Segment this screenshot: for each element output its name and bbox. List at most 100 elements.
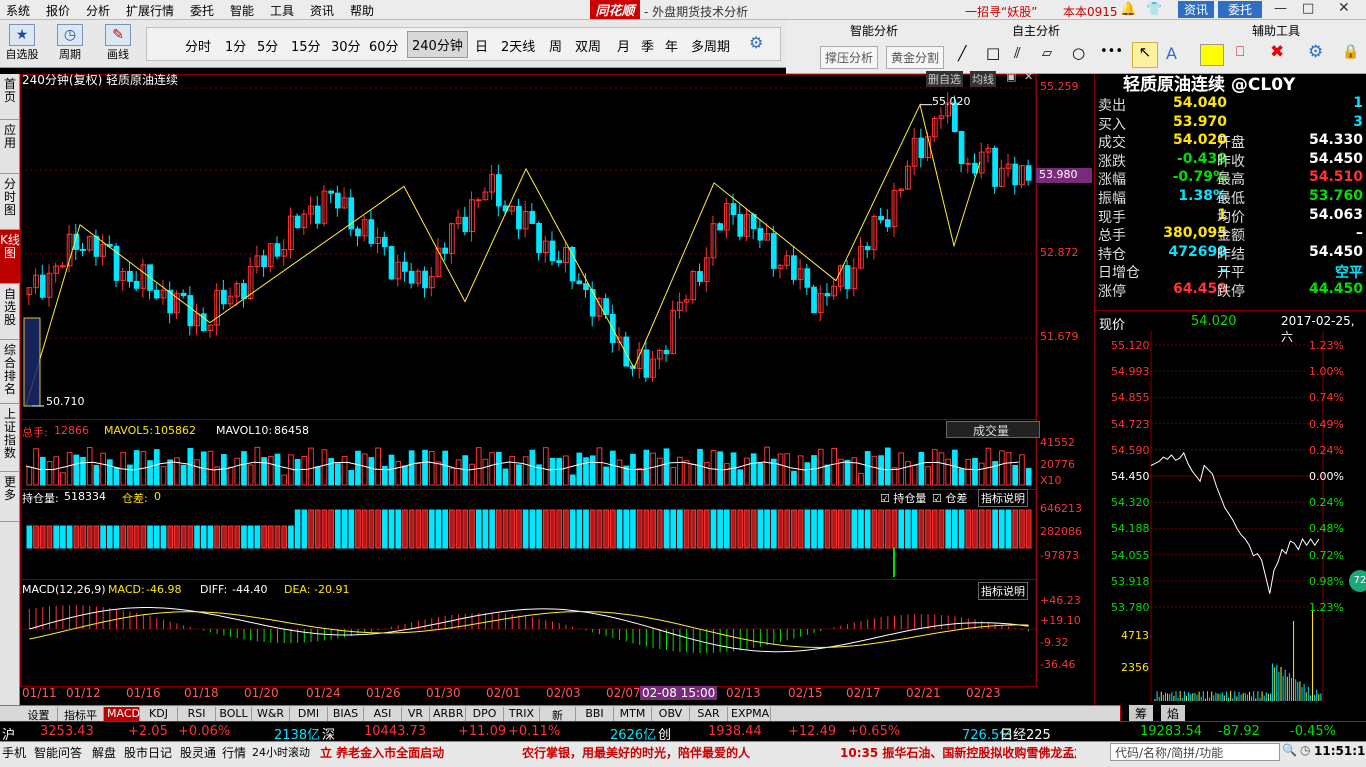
period-60m[interactable]: 60分 — [369, 36, 399, 55]
tab-dma[interactable]: 新DMA — [540, 707, 576, 736]
bell-icon[interactable]: 🔔 — [1120, 2, 1136, 17]
draw-line-button[interactable]: ✎ 画线 — [100, 22, 136, 66]
aux-tools-header[interactable]: 辅助工具 — [1252, 22, 1300, 39]
close-icon[interactable]: ✕ — [1338, 0, 1350, 16]
delete-fav-button[interactable]: 删自选 — [926, 71, 963, 87]
kline-chart[interactable] — [20, 74, 1094, 705]
period-2week[interactable]: 双周 — [575, 36, 601, 55]
menu-info[interactable]: 资讯 — [310, 2, 334, 19]
circle-tool-icon[interactable]: ○ — [1072, 44, 1085, 62]
maximize-icon[interactable]: □ — [1302, 1, 1314, 16]
tab-[interactable]: 设置 — [20, 707, 58, 722]
period-multi[interactable]: 多周期 — [691, 36, 730, 55]
menu-help[interactable]: 帮助 — [350, 2, 374, 19]
indicator-select[interactable]: 成交量 — [946, 421, 1040, 438]
oi-explain-button[interactable]: 指标说明 — [978, 489, 1028, 507]
period-fenshi[interactable]: 分时 — [185, 36, 211, 55]
tab-trix[interactable]: TRIX — [504, 707, 540, 721]
menu-quote[interactable]: 报价 — [46, 2, 70, 19]
period-week[interactable]: 周 — [549, 36, 562, 55]
status-24h[interactable]: 24小时滚动 — [252, 744, 310, 760]
period-month[interactable]: 月 — [617, 36, 630, 55]
tab-vr[interactable]: VR — [402, 707, 430, 721]
selection-box[interactable] — [23, 317, 41, 407]
nav-home[interactable]: 首页 — [0, 74, 20, 120]
tab-boll[interactable]: BOLL — [216, 707, 252, 721]
color-picker-icon[interactable] — [1200, 44, 1224, 66]
menu-analysis[interactable]: 分析 — [86, 2, 110, 19]
parallel-tool-icon[interactable]: ▱ — [1042, 46, 1052, 61]
ma-button[interactable]: 均线 — [970, 71, 996, 87]
news-ticker-2[interactable]: 农行掌银，用最美好的时光，陪伴最爱的人 — [522, 744, 750, 761]
pointer-tool-icon[interactable]: ↖ — [1132, 42, 1158, 68]
entrust-button[interactable]: 委托 — [1218, 1, 1262, 18]
status-guling[interactable]: 股灵通 — [180, 744, 216, 761]
period-5m[interactable]: 5分 — [257, 36, 278, 55]
info-button[interactable]: 资讯 — [1178, 1, 1214, 18]
search-icon[interactable]: 🔍 — [1282, 743, 1297, 757]
gear-icon[interactable]: ⚙ — [749, 33, 763, 52]
cycle-button[interactable]: ◷ 周期 — [52, 22, 88, 66]
nav-kline[interactable]: K线图 — [0, 230, 20, 284]
eraser-icon[interactable]: ⎕ — [1236, 44, 1244, 60]
period-year[interactable]: 年 — [665, 36, 678, 55]
line-tool-icon[interactable]: ╱ — [958, 46, 966, 62]
support-analysis-button[interactable]: 撑压分析 — [820, 46, 879, 69]
period-15m[interactable]: 15分 — [291, 36, 321, 55]
tab-[interactable]: 指标平台 — [58, 707, 104, 738]
menu-smart[interactable]: 智能 — [230, 2, 254, 19]
more-tools-icon[interactable]: ••• — [1100, 44, 1123, 59]
lock-icon[interactable]: 🔒 — [1342, 44, 1359, 60]
tab-sar[interactable]: SAR — [690, 707, 728, 721]
tab-arbr[interactable]: ARBR — [430, 707, 466, 721]
news-ticker-1[interactable]: 立 养老金入市全面启动 — [320, 744, 444, 761]
oi-diff-checkbox[interactable]: ☑ 仓差 — [932, 490, 967, 506]
status-qa[interactable]: 智能问答 — [34, 744, 82, 761]
tab-expma[interactable]: EXPMA — [728, 707, 771, 721]
tab-macd[interactable]: MACD — [104, 707, 140, 721]
menu-entrust[interactable]: 委托 — [190, 2, 214, 19]
shirt-icon[interactable]: 👕 — [1146, 2, 1162, 17]
menu-system[interactable]: 系统 — [6, 2, 30, 19]
nav-more[interactable]: 更多 — [0, 472, 20, 522]
self-analysis-header[interactable]: 自主分析 — [1012, 22, 1060, 39]
menu-tools[interactable]: 工具 — [270, 2, 294, 19]
account-name[interactable]: 本本0915 — [1063, 3, 1118, 20]
minimize-icon[interactable]: — — [1274, 1, 1287, 16]
golden-split-button[interactable]: 黄金分割 — [886, 46, 945, 69]
tab-dpo[interactable]: DPO — [466, 707, 504, 721]
status-quote[interactable]: 行情 — [222, 744, 246, 761]
nav-apps[interactable]: 应用 — [0, 120, 20, 174]
tab-rsi[interactable]: RSI — [178, 707, 216, 721]
nav-ranking[interactable]: 综合排名 — [0, 340, 20, 404]
tab-wr[interactable]: W&R — [252, 707, 290, 721]
window-toggle-icon[interactable]: ▣ — [1006, 70, 1016, 83]
period-240m[interactable]: 240分钟 — [407, 31, 468, 58]
floating-badge[interactable]: 72 — [1349, 570, 1366, 592]
tab-dmi[interactable]: DMI — [290, 707, 328, 721]
tab-kdj[interactable]: KDJ — [140, 707, 178, 721]
period-1m[interactable]: 1分 — [225, 36, 246, 55]
period-30m[interactable]: 30分 — [331, 36, 361, 55]
period-day[interactable]: 日 — [475, 36, 488, 55]
nav-favorites[interactable]: 自选股 — [0, 284, 20, 340]
rect-tool-icon[interactable]: □ — [986, 44, 1000, 62]
tab-bias[interactable]: BIAS — [328, 707, 364, 721]
news-ticker-3[interactable]: 10:35 振华石油、国新控股拟收购雪佛龙孟加拉油气 — [840, 744, 1076, 761]
status-mobile[interactable]: 手机 — [2, 744, 26, 761]
tab-bbi[interactable]: BBI — [576, 707, 614, 721]
oi-checkbox[interactable]: ☑ 持仓量 — [880, 490, 926, 506]
search-input[interactable]: 代码/名称/简拼/功能 — [1110, 743, 1280, 761]
nav-sh-index[interactable]: 上证指数 — [0, 404, 20, 472]
channel-tool-icon[interactable]: ⫽ — [1014, 44, 1021, 62]
macd-explain-button[interactable]: 指标说明 — [978, 582, 1028, 600]
status-diary[interactable]: 股市日记 — [124, 744, 172, 761]
nav-timeline[interactable]: 分时图 — [0, 174, 20, 230]
tab-obv[interactable]: OBV — [652, 707, 690, 721]
tab-asi[interactable]: ASI — [364, 707, 402, 721]
favorites-button[interactable]: ★ 自选股 — [4, 22, 40, 66]
period-quarter[interactable]: 季 — [641, 36, 654, 55]
status-jiepan[interactable]: 解盘 — [92, 744, 116, 761]
smart-analysis-header[interactable]: 智能分析 — [850, 22, 898, 39]
kline-chart-area[interactable]: 240分钟(复权) 轻质原油连续 删自选 均线 ▣ ✕ 55.259 52.87… — [20, 70, 1094, 705]
